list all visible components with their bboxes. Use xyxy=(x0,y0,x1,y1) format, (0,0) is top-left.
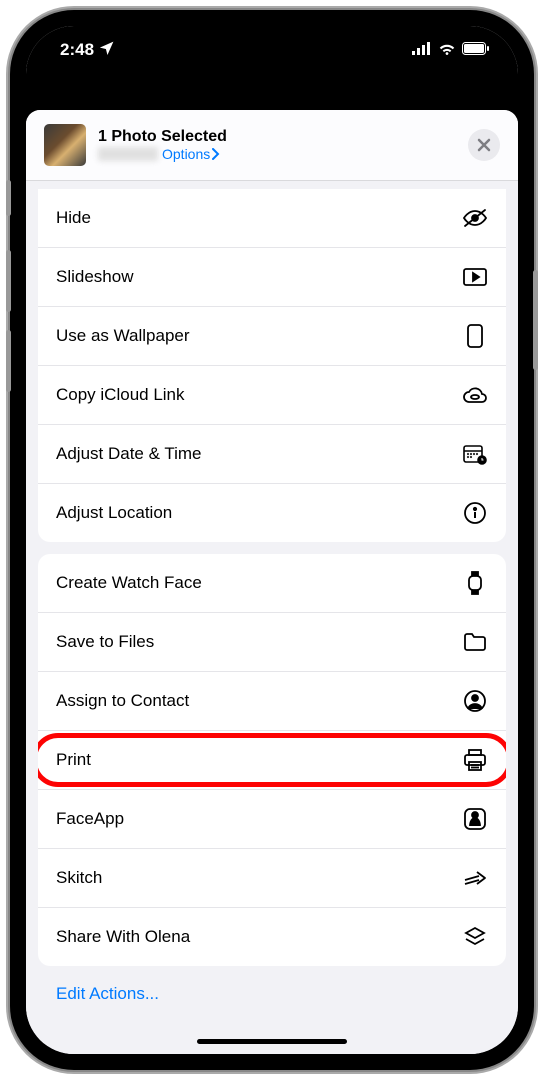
action-label: Skitch xyxy=(56,868,102,888)
action-hide[interactable]: Hide xyxy=(38,189,506,248)
volume-up xyxy=(6,250,11,312)
action-label: Create Watch Face xyxy=(56,573,202,593)
close-button[interactable] xyxy=(468,129,500,161)
sheet-header: 1 Photo Selected Options xyxy=(26,110,518,181)
highlight-ring xyxy=(38,733,506,787)
close-icon xyxy=(477,138,491,152)
action-label: FaceApp xyxy=(56,809,124,829)
action-label: Copy iCloud Link xyxy=(56,385,185,405)
action-label: Hide xyxy=(56,208,91,228)
power-button xyxy=(533,270,538,370)
home-indicator[interactable] xyxy=(197,1039,347,1044)
watch-icon xyxy=(462,570,488,596)
layers-icon xyxy=(462,924,488,950)
action-label: Use as Wallpaper xyxy=(56,326,190,346)
redacted-text xyxy=(98,147,158,161)
action-slideshow[interactable]: Slideshow xyxy=(38,248,506,307)
printer-icon xyxy=(462,747,488,773)
action-use-as-wallpaper[interactable]: Use as Wallpaper xyxy=(38,307,506,366)
action-adjust-date-time[interactable]: Adjust Date & Time xyxy=(38,425,506,484)
screen: 2:48 1 Phot xyxy=(26,26,518,1054)
location-arrow-icon xyxy=(100,40,114,60)
action-label: Print xyxy=(56,750,91,770)
action-label: Adjust Date & Time xyxy=(56,444,202,464)
cloud-link-icon xyxy=(462,382,488,408)
action-label: Save to Files xyxy=(56,632,154,652)
action-adjust-location[interactable]: Adjust Location xyxy=(38,484,506,542)
person-circle-icon xyxy=(462,688,488,714)
action-label: Assign to Contact xyxy=(56,691,189,711)
action-print[interactable]: Print xyxy=(38,731,506,790)
share-sheet: 1 Photo Selected Options xyxy=(26,110,518,1054)
face-app-icon xyxy=(462,806,488,832)
action-assign-to-contact[interactable]: Assign to Contact xyxy=(38,672,506,731)
battery-icon xyxy=(462,40,490,60)
cellular-icon xyxy=(412,40,432,60)
status-time: 2:48 xyxy=(60,40,94,60)
eye-slash-icon xyxy=(462,205,488,231)
photo-thumbnail[interactable] xyxy=(44,124,86,166)
action-faceapp[interactable]: FaceApp xyxy=(38,790,506,849)
phone-frame: 2:48 1 Phot xyxy=(10,10,534,1070)
phone-outline-icon xyxy=(462,323,488,349)
folder-icon xyxy=(462,629,488,655)
action-share-with-olena[interactable]: Share With Olena xyxy=(38,908,506,966)
action-group: Create Watch Face Save to Files Assign t… xyxy=(38,554,506,966)
chevron-right-icon xyxy=(212,148,220,160)
action-skitch[interactable]: Skitch xyxy=(38,849,506,908)
action-group: Hide Slideshow Use as Wallpaper xyxy=(38,189,506,542)
action-create-watch-face[interactable]: Create Watch Face xyxy=(38,554,506,613)
options-link[interactable]: Options xyxy=(162,146,220,162)
sheet-title: 1 Photo Selected xyxy=(98,128,456,146)
action-label: Slideshow xyxy=(56,267,134,287)
notch xyxy=(172,26,372,56)
mute-switch xyxy=(6,180,11,216)
wifi-icon xyxy=(438,40,456,60)
action-save-to-files[interactable]: Save to Files xyxy=(38,613,506,672)
skitch-arrow-icon xyxy=(462,865,488,891)
calendar-clock-icon xyxy=(462,441,488,467)
edit-actions-link[interactable]: Edit Actions... xyxy=(38,966,506,1028)
volume-down xyxy=(6,330,11,392)
action-label: Adjust Location xyxy=(56,503,172,523)
info-circle-icon xyxy=(462,500,488,526)
actions-list: Hide Slideshow Use as Wallpaper xyxy=(26,181,518,1054)
action-label: Share With Olena xyxy=(56,927,190,947)
action-copy-icloud-link[interactable]: Copy iCloud Link xyxy=(38,366,506,425)
play-rect-icon xyxy=(462,264,488,290)
